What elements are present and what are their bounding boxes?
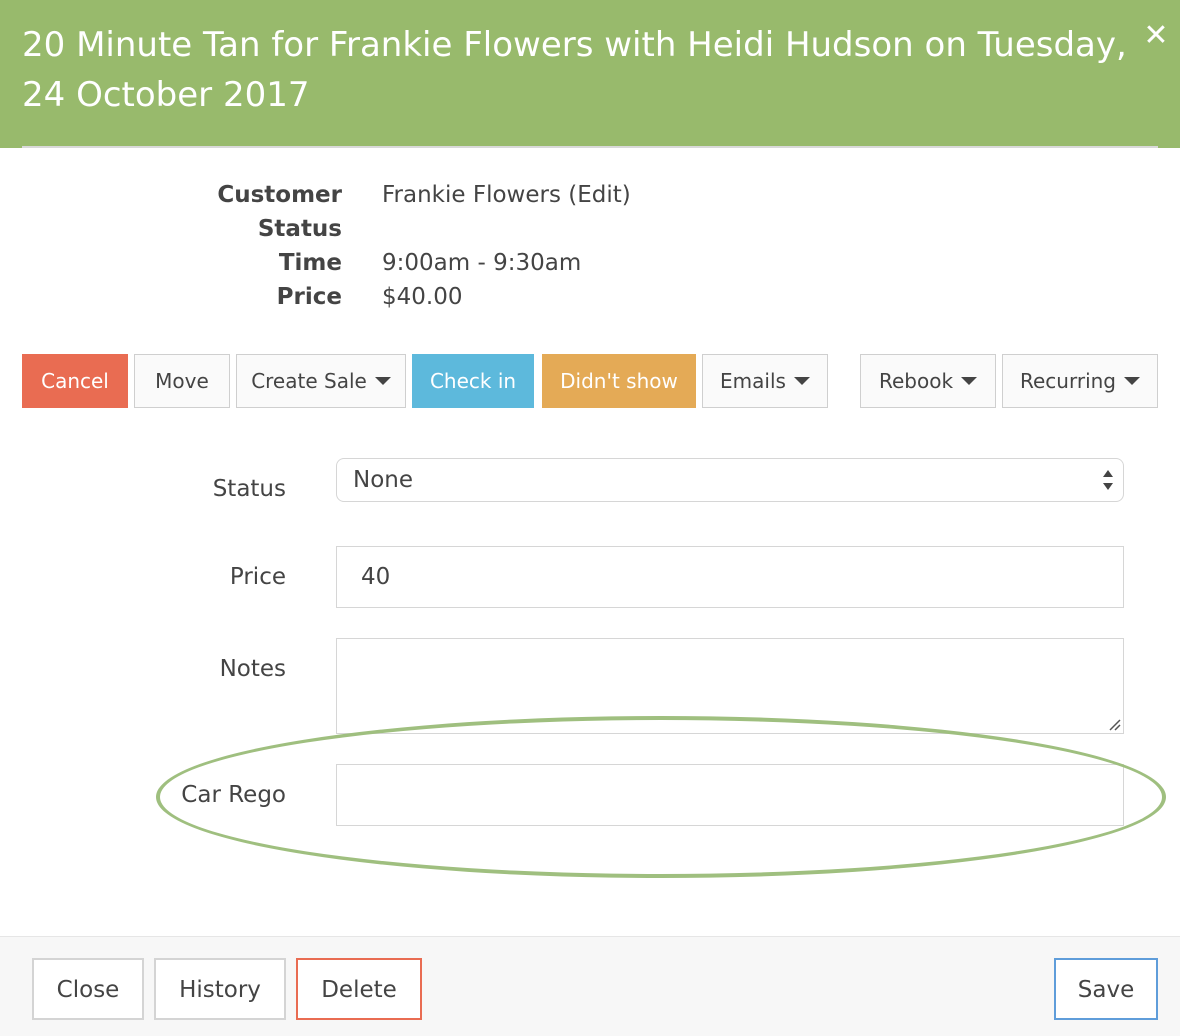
status-select-value: None [353,467,414,493]
rebook-button-label: Rebook [878,369,954,393]
notes-field-label: Notes [219,656,286,682]
delete-button[interactable]: Delete [296,958,422,1020]
didnt-show-button[interactable]: Didn't show [542,354,696,408]
close-button[interactable]: Close [32,958,144,1020]
header-divider [22,146,1158,148]
create-sale-button-label: Create Sale [251,369,367,393]
modal-title: 20 Minute Tan for Frankie Flowers with H… [22,25,1127,115]
modal-header: 20 Minute Tan for Frankie Flowers with H… [0,0,1180,148]
time-label: Time [278,250,342,276]
price-label: Price [276,284,342,310]
history-button-label: History [179,977,261,1003]
cancel-button[interactable]: Cancel [22,354,128,408]
resize-grip-icon[interactable] [1107,717,1121,731]
check-in-button[interactable]: Check in [412,354,534,408]
rebook-button[interactable]: Rebook [860,354,996,408]
caret-down-icon [1124,376,1140,385]
save-button-label: Save [1077,977,1135,1003]
price-field-label: Price [229,564,286,590]
didnt-show-button-label: Didn't show [560,369,678,393]
select-arrows-icon [1103,470,1113,490]
status-select[interactable]: None [336,458,1124,502]
time-value: 9:00am - 9:30am [382,250,582,276]
check-in-button-label: Check in [429,369,517,393]
recurring-button-label: Recurring [1020,369,1116,393]
caret-down-icon [961,376,978,385]
cancel-button-label: Cancel [41,369,109,393]
emails-button[interactable]: Emails [702,354,828,408]
move-button-label: Move [155,369,209,393]
move-button[interactable]: Move [134,354,230,408]
car-rego-field-label: Car Rego [181,782,286,808]
notes-textarea[interactable] [336,638,1124,734]
caret-down-icon [793,376,810,385]
close-icon[interactable]: ✕ [1140,18,1172,54]
status-field-label: Status [212,476,286,502]
caret-down-icon [374,376,391,385]
close-button-label: Close [56,977,120,1003]
delete-button-label: Delete [321,977,397,1003]
history-button[interactable]: History [154,958,286,1020]
create-sale-button[interactable]: Create Sale [236,354,406,408]
customer-label: Customer [217,182,342,208]
save-button[interactable]: Save [1054,958,1158,1020]
status-label: Status [257,216,342,242]
car-rego-input[interactable] [336,764,1124,826]
customer-value[interactable]: Frankie Flowers (Edit) [382,178,631,212]
price-input[interactable]: 40 [336,546,1124,608]
price-value: $40.00 [382,284,463,310]
emails-button-label: Emails [720,369,786,393]
recurring-button[interactable]: Recurring [1002,354,1158,408]
